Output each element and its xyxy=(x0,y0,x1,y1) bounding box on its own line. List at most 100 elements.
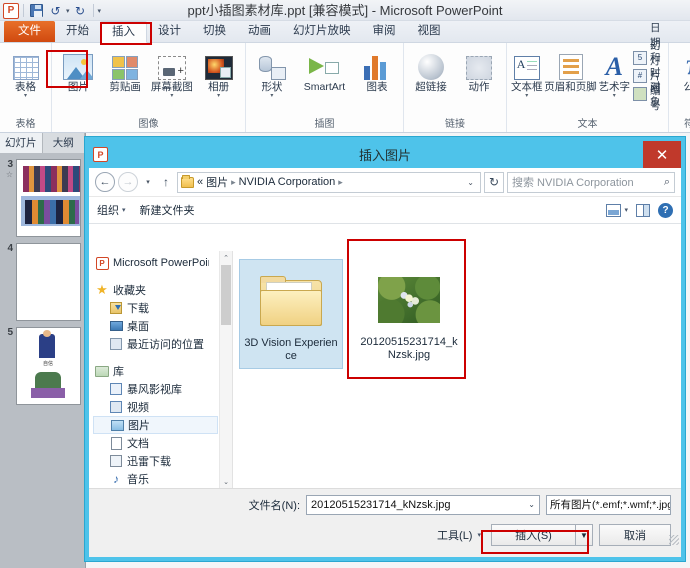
new-folder-button[interactable]: 新建文件夹 xyxy=(140,202,195,218)
insert-equation-button[interactable]: π 公式 ▾ xyxy=(672,46,690,100)
breadcrumb-item-pictures[interactable]: 图片 xyxy=(206,174,228,190)
ribbon-tab-file[interactable]: 文件 xyxy=(4,21,55,42)
insert-chart-button[interactable]: 图表 xyxy=(354,46,400,93)
desktop-icon xyxy=(109,319,123,333)
insert-screenshot-button[interactable]: + 屏幕截图 ▾ xyxy=(149,46,196,100)
save-icon[interactable] xyxy=(28,2,45,19)
ribbon-tab-insert[interactable]: 插入 xyxy=(100,21,147,43)
powerpoint-title-bar: ppt小插图素材库.ppt [兼容模式] - Microsoft PowerPo… xyxy=(0,0,690,21)
search-input[interactable]: 搜索 NVIDIA Corporation ⌕ xyxy=(507,171,675,193)
slide-thumbnail[interactable]: 自信 xyxy=(16,327,81,405)
insert-dropdown-icon[interactable]: ▼ xyxy=(575,524,593,546)
chevron-down-icon[interactable]: ▾ xyxy=(217,93,220,100)
videos-icon xyxy=(109,400,123,414)
ribbon-tab-animations[interactable]: 动画 xyxy=(237,21,282,42)
chevron-down-icon[interactable]: ⌄ xyxy=(528,500,535,509)
refresh-icon[interactable]: ↻ xyxy=(484,171,504,193)
insert-shapes-button[interactable]: 形状 ▾ xyxy=(249,46,295,100)
insert-photo-album-button[interactable]: 相册 ▾ xyxy=(195,46,242,100)
insert-table-button[interactable]: 表格 ▾ xyxy=(3,46,48,100)
chevron-down-icon[interactable]: ▾ xyxy=(613,93,616,100)
nav-item-recent-places[interactable]: 最近访问的位置 xyxy=(93,335,232,353)
address-dropdown-icon[interactable]: ⌄ xyxy=(464,178,477,187)
nav-item-music[interactable]: ♪ 音乐 xyxy=(93,470,232,488)
insert-object-button[interactable]: 对象 xyxy=(633,81,663,108)
file-item-image[interactable]: 20120515231714_kNzsk.jpg xyxy=(357,259,461,369)
cancel-button[interactable]: 取消 xyxy=(599,524,671,546)
nav-item-videos[interactable]: 视频 xyxy=(93,398,232,416)
breadcrumb-item-nvidia[interactable]: NVIDIA Corporation xyxy=(239,176,336,188)
nav-item-baofeng-video[interactable]: 暴风影视库 xyxy=(93,380,232,398)
customize-qat-icon[interactable]: ▾ xyxy=(98,7,102,15)
undo-dropdown-icon[interactable]: ▾ xyxy=(66,7,70,15)
nav-item-powerpoint[interactable]: P Microsoft PowerPoint xyxy=(93,254,232,272)
insert-wordart-button[interactable]: A 艺术字 ▾ xyxy=(598,46,632,100)
insert-textbox-button[interactable]: 文本框 ▾ xyxy=(510,46,544,100)
change-view-button[interactable]: ▾ xyxy=(606,203,628,217)
file-type-filter-select[interactable]: 所有图片(*.emf;*.wmf;*.jpg;*.jp ⌄ xyxy=(546,494,671,515)
file-list-pane[interactable]: 3D Vision Experience 20120515231714_kNzs… xyxy=(233,251,681,488)
navigation-pane-scrollbar[interactable]: ⌃ ⌄ xyxy=(219,251,232,488)
group-label-symbols: 符号 xyxy=(684,119,690,130)
ribbon-tab-design[interactable]: 设计 xyxy=(147,21,192,42)
chevron-down-icon[interactable]: ▾ xyxy=(170,93,173,100)
slide-thumbnail[interactable] xyxy=(16,159,81,237)
insert-button[interactable]: 插入(S) xyxy=(491,524,575,546)
insert-picture-button[interactable]: 图片 xyxy=(55,46,102,93)
filename-input[interactable]: 20120515231714_kNzsk.jpg ⌄ xyxy=(306,494,540,515)
recent-locations-icon[interactable]: ▾ xyxy=(141,178,155,186)
help-icon[interactable]: ? xyxy=(658,202,673,218)
nav-item-downloads[interactable]: 下载 xyxy=(93,299,232,317)
organize-button[interactable]: 组织 ▾ xyxy=(97,202,126,218)
chevron-down-icon[interactable]: ▾ xyxy=(24,93,27,100)
insert-clipart-button[interactable]: 剪贴画 xyxy=(102,46,149,93)
resize-grip[interactable] xyxy=(669,535,679,545)
button-label: 超链接 xyxy=(415,81,447,93)
ribbon-tab-home[interactable]: 开始 xyxy=(55,21,100,42)
ribbon-tab-transitions[interactable]: 切换 xyxy=(192,21,237,42)
view-layout-icon xyxy=(606,203,622,217)
scroll-up-icon[interactable]: ⌃ xyxy=(220,251,232,264)
tab-slides[interactable]: 幻灯片 xyxy=(0,133,43,153)
undo-icon[interactable]: ↺ xyxy=(47,2,64,19)
scroll-down-icon[interactable]: ⌄ xyxy=(220,475,232,488)
ribbon-tab-slideshow[interactable]: 幻灯片放映 xyxy=(282,21,362,42)
slide-thumbnail-item[interactable]: 3 ☆ xyxy=(0,153,85,237)
redo-icon[interactable]: ↻ xyxy=(72,2,89,19)
nav-item-pictures[interactable]: 图片 xyxy=(93,416,218,434)
hyperlink-icon xyxy=(418,48,444,80)
window-title: ppt小插图素材库.ppt [兼容模式] - Microsoft PowerPo… xyxy=(187,3,503,18)
nav-item-desktop[interactable]: 桌面 xyxy=(93,317,232,335)
preview-pane-icon[interactable] xyxy=(636,203,650,217)
forward-icon[interactable]: → xyxy=(118,172,138,192)
equation-icon: π xyxy=(686,48,690,80)
insert-header-footer-button[interactable]: 页眉和页脚 xyxy=(544,46,598,93)
slide-thumbnail[interactable] xyxy=(16,243,81,321)
address-bar[interactable]: « 图片 ▸ NVIDIA Corporation ▸ ⌄ xyxy=(177,171,481,193)
nav-group-favorites[interactable]: ★ 收藏夹 xyxy=(93,281,232,299)
tab-outline[interactable]: 大纲 xyxy=(43,133,85,153)
close-icon[interactable]: ✕ xyxy=(643,141,681,168)
slide-thumbnail-item[interactable]: 4 xyxy=(0,237,85,321)
insert-split-button[interactable]: 插入(S) ▼ xyxy=(491,524,593,546)
tools-button[interactable]: 工具(L) ▾ xyxy=(433,524,485,546)
insert-hyperlink-button[interactable]: 超链接 xyxy=(407,46,455,93)
insert-action-button[interactable]: 动作 xyxy=(455,46,503,93)
nav-item-thunder-download[interactable]: 迅雷下载 xyxy=(93,452,232,470)
back-icon[interactable]: ← xyxy=(95,172,115,192)
filename-label: 文件名(N): xyxy=(248,499,300,512)
nav-group-libraries[interactable]: 库 xyxy=(93,362,232,380)
chevron-down-icon[interactable]: ▾ xyxy=(270,93,273,100)
ribbon-group-text: 文本框 ▾ 页眉和页脚 A 艺术字 ▾ xyxy=(507,22,669,132)
ribbon-tab-review[interactable]: 审阅 xyxy=(362,21,407,42)
up-one-level-icon[interactable]: ↑ xyxy=(158,175,174,189)
organize-label: 组织 xyxy=(97,205,119,217)
slide-thumbnail-item[interactable]: 5 自信 xyxy=(0,321,85,405)
nav-item-documents[interactable]: 文档 xyxy=(93,434,232,452)
chevron-down-icon[interactable]: ▾ xyxy=(525,93,528,100)
file-item-folder[interactable]: 3D Vision Experience xyxy=(239,259,343,369)
scrollbar-thumb[interactable] xyxy=(221,265,231,325)
ribbon-tab-view[interactable]: 视图 xyxy=(407,21,452,42)
dialog-title-bar[interactable]: P 插入图片 ✕ xyxy=(89,141,681,168)
insert-smartart-button[interactable]: SmartArt xyxy=(295,46,354,93)
